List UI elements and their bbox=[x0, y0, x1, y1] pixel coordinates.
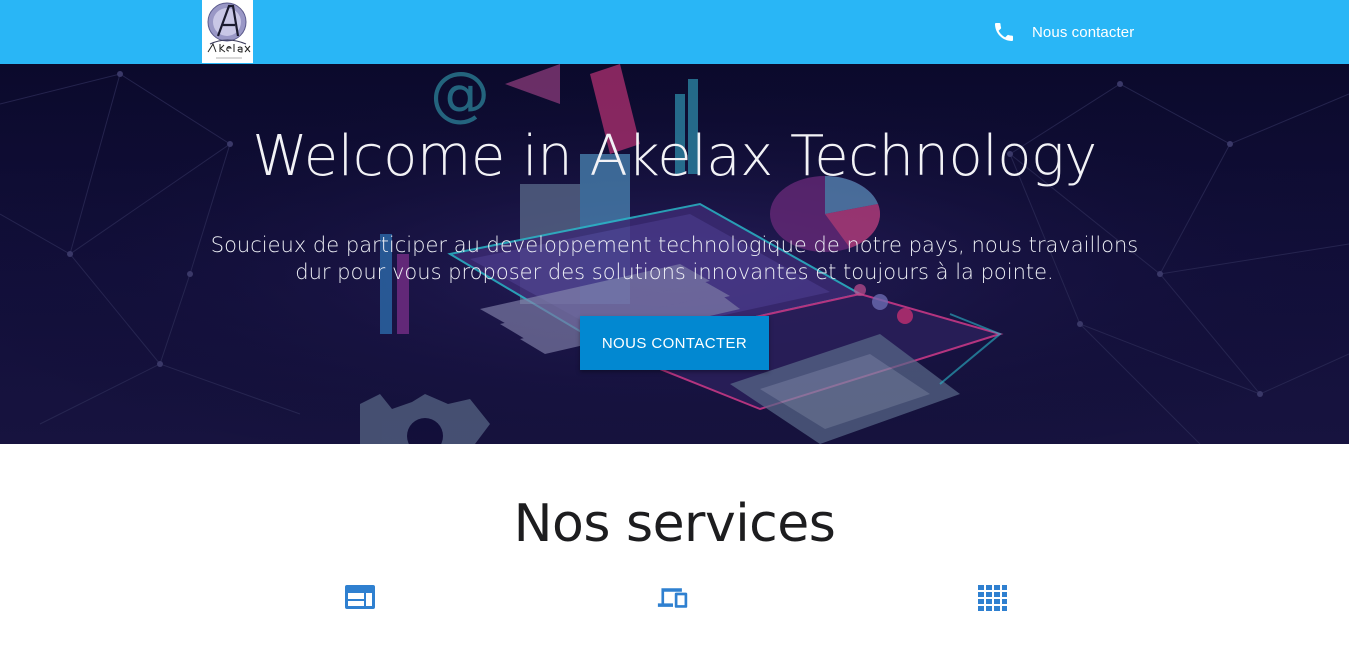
svg-text:@: @ bbox=[430, 64, 490, 129]
hero-banner: @ Welcome in Akelax Technology Soucieux … bbox=[0, 64, 1349, 444]
contact-nav-label: Nous contacter bbox=[1032, 23, 1135, 41]
devices-icon bbox=[657, 588, 688, 608]
phone-icon bbox=[995, 23, 1013, 41]
hero-subtitle: Soucieux de participer au developpement … bbox=[210, 233, 1139, 284]
contact-nav-link[interactable]: Nous contacter bbox=[992, 20, 1134, 44]
top-navbar: Nous contacter bbox=[0, 0, 1349, 64]
web-icon bbox=[345, 585, 375, 609]
logo-image bbox=[202, 0, 253, 63]
hero-title: Welcome in Akelax Technology bbox=[252, 124, 1097, 189]
apps-grid-icon bbox=[978, 585, 1007, 611]
akelax-logo[interactable] bbox=[202, 0, 253, 63]
contact-cta-button[interactable]: NOUS CONTACTER bbox=[580, 316, 769, 370]
services-title: Nos services bbox=[513, 494, 836, 554]
